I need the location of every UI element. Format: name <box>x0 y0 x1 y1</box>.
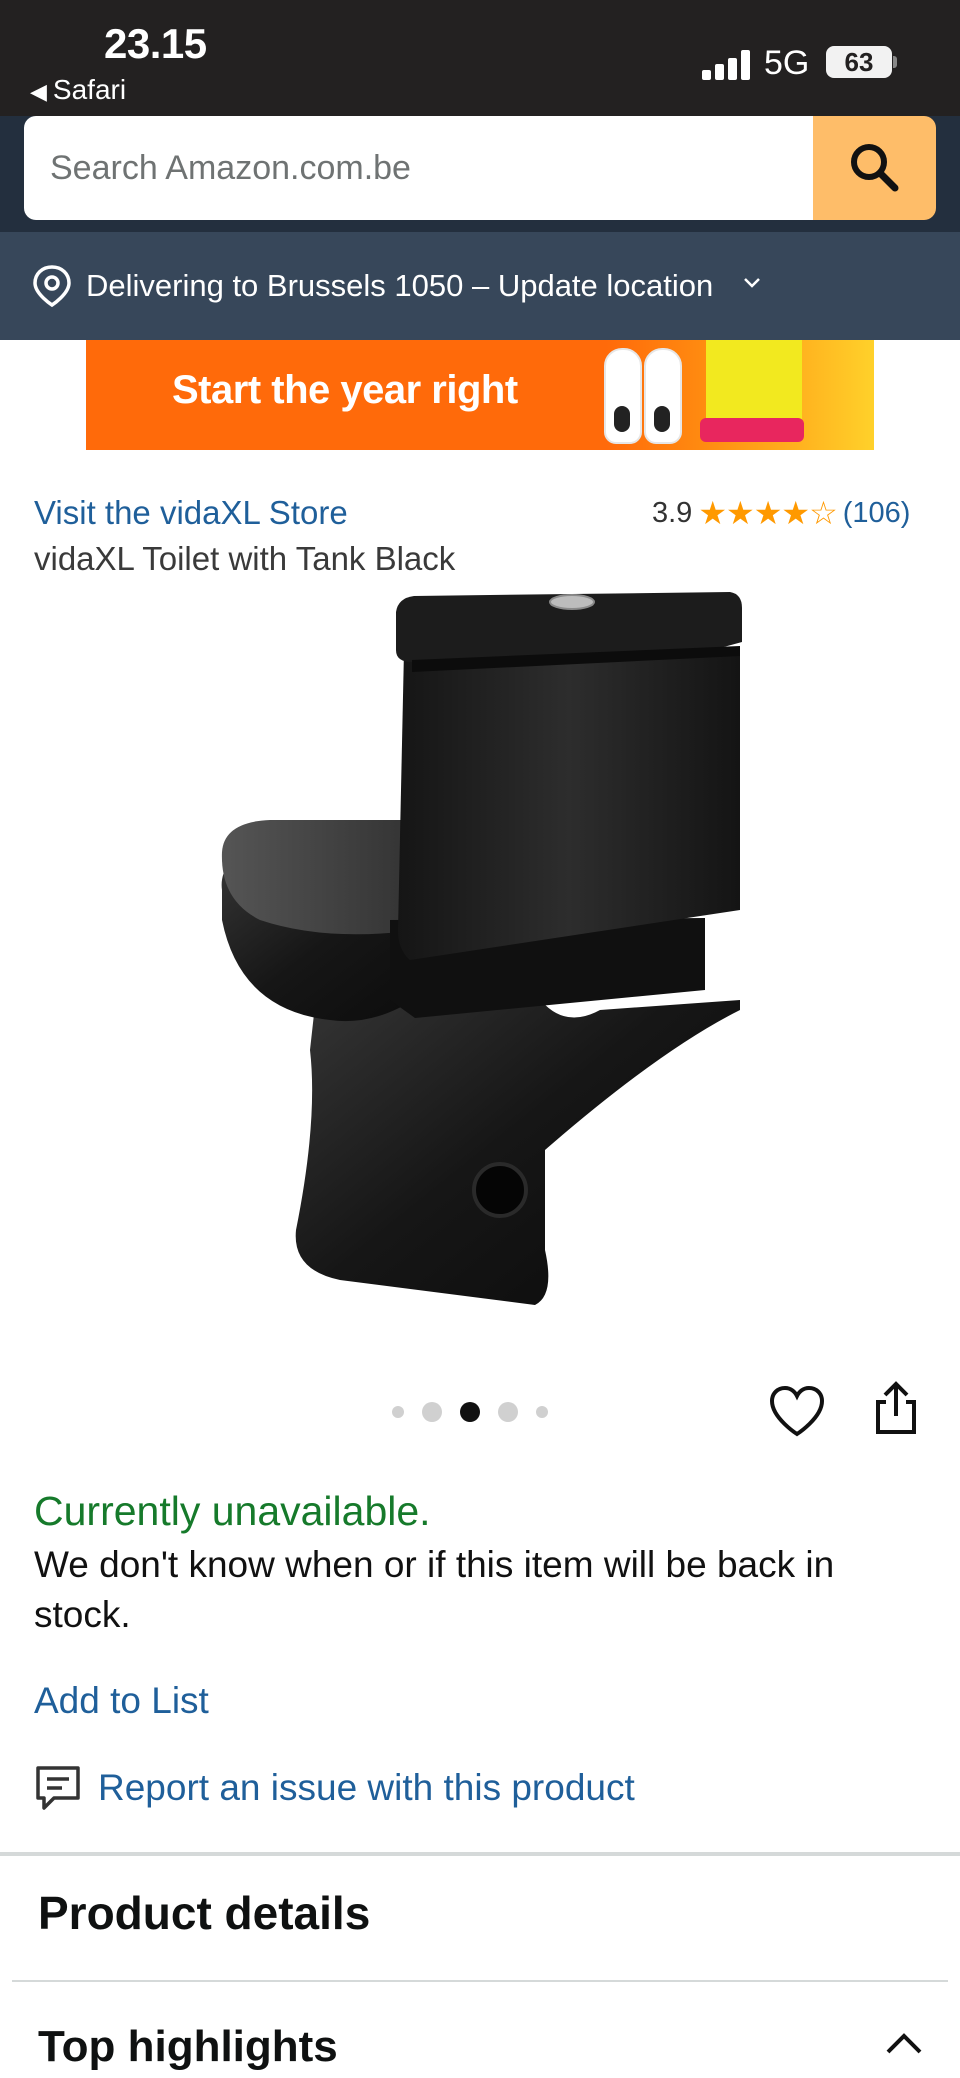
search-button[interactable] <box>813 116 936 220</box>
availability-message: We don't know when or if this item will … <box>34 1544 835 1635</box>
status-time: 23.15 <box>104 20 207 67</box>
section-divider <box>12 1980 948 1982</box>
back-to-app-button[interactable]: ◀ Safari <box>30 74 126 106</box>
carousel-dot[interactable] <box>498 1402 518 1422</box>
sneaker-image <box>604 348 642 444</box>
top-highlights-heading[interactable]: Top highlights <box>38 2022 338 2072</box>
banner-text: Start the year right <box>172 368 518 412</box>
share-icon[interactable] <box>872 1380 920 1436</box>
search-header <box>0 116 960 232</box>
rating-count: (106) <box>842 496 911 529</box>
add-to-list-link[interactable]: Add to List <box>34 1680 209 1722</box>
report-issue-link[interactable]: Report an issue with this product <box>34 1764 635 1812</box>
image-carousel-dots[interactable] <box>392 1400 566 1424</box>
rating-summary[interactable]: 3.9 ★★★★☆ (106) <box>652 494 910 532</box>
rating-value: 3.9 <box>652 496 693 529</box>
carousel-dot[interactable] <box>392 1406 404 1418</box>
back-triangle-icon: ◀ <box>30 79 47 104</box>
battery-nub <box>893 56 897 68</box>
location-pin-icon <box>33 265 71 308</box>
network-label: 5G <box>764 44 810 82</box>
product-image[interactable] <box>200 590 760 1310</box>
report-comment-icon <box>36 1766 80 1810</box>
signal-icon <box>702 50 752 80</box>
carousel-dot-active[interactable] <box>460 1402 480 1422</box>
report-issue-label: Report an issue with this product <box>98 1767 635 1808</box>
product-details-heading: Product details <box>38 1887 371 1939</box>
product-title: vidaXL Toilet with Tank Black <box>34 540 456 577</box>
visit-store-link[interactable]: Visit the vidaXL Store <box>34 494 348 532</box>
fitness-pad-image <box>700 418 804 442</box>
search-icon <box>851 144 899 192</box>
section-divider <box>0 1852 960 1856</box>
sneaker-image <box>644 348 682 444</box>
chevron-up-icon[interactable] <box>884 2030 924 2056</box>
carousel-dot[interactable] <box>422 1402 442 1422</box>
heart-icon[interactable] <box>768 1384 826 1438</box>
carousel-dot[interactable] <box>536 1406 548 1418</box>
delivery-location-bar[interactable]: Delivering to Brussels 1050 – Update loc… <box>0 232 960 340</box>
chevron-down-icon <box>744 278 760 288</box>
promo-banner[interactable]: Start the year right <box>86 340 874 450</box>
search-input[interactable] <box>24 116 814 220</box>
back-app-label: Safari <box>52 74 127 105</box>
battery-icon: 63 <box>826 46 892 78</box>
status-bar: 23.15 ◀ Safari 5G 63 <box>0 0 960 116</box>
delivery-text: Delivering to Brussels 1050 – Update loc… <box>86 268 714 303</box>
availability-status: Currently unavailable. <box>34 1488 431 1534</box>
star-rating-icon: ★★★★☆ <box>698 495 837 531</box>
